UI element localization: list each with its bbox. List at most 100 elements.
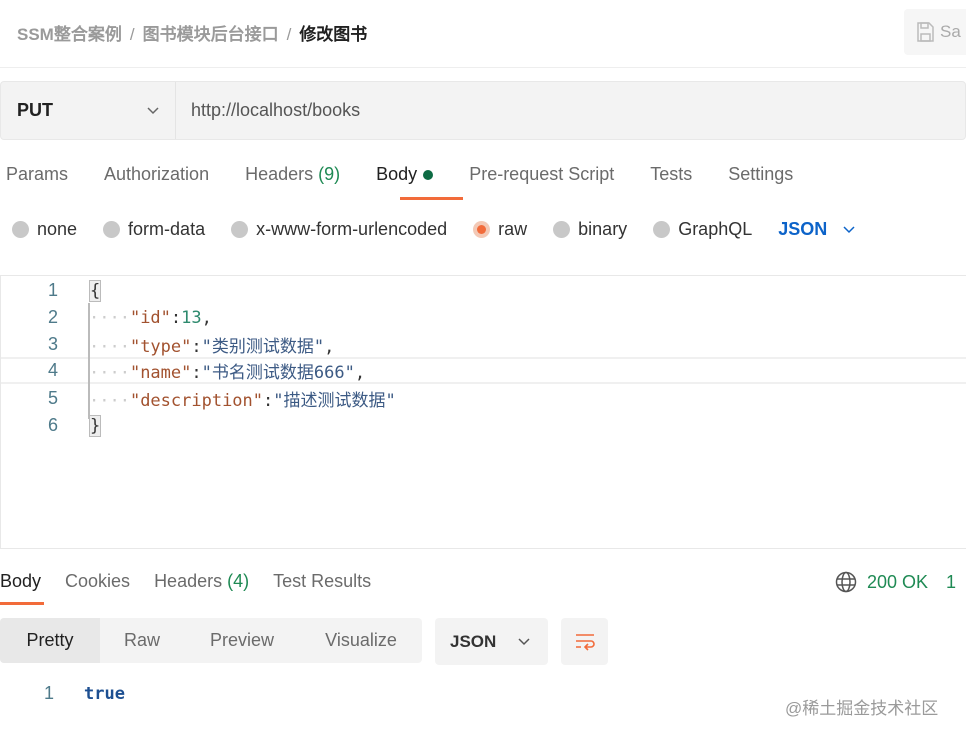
- radio-binary[interactable]: binary: [553, 219, 627, 240]
- line-number: 1: [43, 683, 54, 703]
- radio-circle-icon: [553, 221, 571, 238]
- breadcrumb: SSM整合案例 / 图书模块后台接口 / 修改图书: [17, 20, 367, 45]
- response-format-value: JSON: [450, 631, 497, 651]
- globe-icon[interactable]: [835, 571, 857, 593]
- response-status: 200 OK 1: [835, 571, 956, 593]
- wrap-lines-icon: [575, 633, 595, 651]
- line-number: 2: [47, 307, 58, 327]
- radio-selected-icon: [473, 221, 491, 238]
- tab-label: Headers: [154, 571, 223, 591]
- radio-graphql[interactable]: GraphQL: [653, 219, 752, 240]
- json-key: "id": [129, 307, 171, 328]
- code-line: 2 ····"id":13,: [1, 304, 966, 331]
- code-line: 1{: [1, 277, 966, 304]
- view-pretty[interactable]: Pretty: [0, 618, 100, 663]
- breadcrumb-item[interactable]: SSM整合案例: [17, 25, 122, 44]
- tab-label: Cookies: [65, 571, 131, 591]
- radio-circle-icon: [103, 221, 121, 238]
- view-visualize[interactable]: Visualize: [300, 618, 422, 663]
- body-editor[interactable]: 1{ 2 ····"id":13, 3 ····"type":"类别测试数据", 4…: [0, 275, 966, 549]
- json-value: "描述测试数据": [273, 391, 396, 411]
- response-tab-cookies[interactable]: Cookies: [65, 571, 130, 601]
- response-tab-test-results[interactable]: Test Results: [273, 571, 371, 601]
- headers-count: (4): [227, 571, 250, 591]
- radio-label: x-www-form-urlencoded: [256, 219, 448, 239]
- breadcrumb-current: 修改图书: [299, 25, 368, 44]
- request-tabs: Params Authorization Headers (9) Body Pr…: [6, 164, 829, 194]
- tab-settings[interactable]: Settings: [728, 164, 793, 194]
- url-input[interactable]: http://localhost/books: [176, 82, 360, 139]
- chevron-down-icon: [843, 225, 855, 233]
- radio-label: binary: [578, 219, 628, 239]
- comma: ,: [201, 307, 212, 328]
- chevron-down-icon: [147, 106, 159, 114]
- breadcrumb-separator: /: [129, 25, 135, 44]
- body-format-value: JSON: [778, 219, 828, 239]
- active-response-tab-indicator: [0, 602, 44, 605]
- radio-circle-icon: [12, 221, 29, 238]
- json-value: "类别测试数据": [201, 337, 325, 357]
- tab-tests[interactable]: Tests: [650, 164, 692, 194]
- modified-dot-icon: [423, 170, 434, 181]
- tab-params[interactable]: Params: [6, 164, 68, 194]
- line-number: 6: [47, 415, 58, 435]
- indent-guide: [88, 303, 90, 419]
- response-view-switch: Pretty Raw Preview Visualize: [0, 618, 422, 663]
- body-format-select[interactable]: JSON: [778, 219, 855, 240]
- response-tab-headers[interactable]: Headers (4): [154, 571, 249, 601]
- view-raw[interactable]: Raw: [100, 618, 184, 663]
- code-line: 3 ····"type":"类别测试数据",: [1, 331, 966, 358]
- response-time[interactable]: 1: [946, 572, 956, 593]
- radio-x-www-form-urlencoded[interactable]: x-www-form-urlencoded: [231, 219, 447, 240]
- radio-label: none: [37, 219, 78, 239]
- watermark: @稀土掘金技术社区: [785, 699, 939, 718]
- status-code[interactable]: 200 OK: [867, 572, 928, 593]
- radio-raw[interactable]: raw: [473, 219, 527, 240]
- response-tab-body[interactable]: Body: [0, 571, 41, 601]
- divider: [0, 67, 966, 68]
- line-number: 5: [47, 388, 58, 408]
- active-tab-indicator: [400, 197, 463, 200]
- tab-label: Authorization: [104, 164, 210, 184]
- tab-pre-request-script[interactable]: Pre-request Script: [469, 164, 614, 194]
- method-value: PUT: [17, 100, 53, 120]
- response-format-select[interactable]: JSON: [435, 618, 548, 665]
- radio-circle-icon: [231, 221, 249, 238]
- tab-body[interactable]: Body: [376, 164, 434, 194]
- tab-label: Pre-request Script: [469, 164, 615, 184]
- radio-none[interactable]: none: [12, 219, 77, 240]
- save-icon: [917, 22, 934, 42]
- breadcrumb-separator: /: [286, 25, 292, 44]
- radio-form-data[interactable]: form-data: [103, 219, 205, 240]
- json-value: 13: [181, 307, 202, 328]
- headers-count: (9): [318, 164, 341, 184]
- code-line-current: 4 ····"name":"书名测试数据666",: [1, 357, 966, 384]
- code-line: 6}: [1, 412, 966, 439]
- line-number: 4: [47, 360, 58, 380]
- tab-label: Body: [376, 164, 418, 184]
- body-type-options: none form-data x-www-form-urlencoded raw…: [12, 219, 855, 240]
- tab-label: Body: [0, 571, 42, 591]
- line-number: 3: [47, 334, 58, 354]
- json-key: "name": [129, 363, 192, 383]
- radio-label: raw: [498, 219, 528, 239]
- tab-authorization[interactable]: Authorization: [104, 164, 209, 194]
- tab-headers[interactable]: Headers (9): [245, 164, 340, 194]
- method-select[interactable]: PUT: [1, 82, 176, 139]
- json-value: "书名测试数据666": [201, 363, 355, 383]
- view-preview[interactable]: Preview: [184, 618, 300, 663]
- request-bar: PUT http://localhost/books: [0, 81, 966, 140]
- close-brace: }: [89, 414, 102, 437]
- save-button[interactable]: Sa: [904, 9, 966, 55]
- comma: ,: [354, 363, 366, 383]
- response-body: 1 true: [0, 683, 125, 704]
- open-brace: {: [89, 279, 102, 302]
- response-value: true: [84, 683, 125, 704]
- radio-label: GraphQL: [678, 219, 753, 239]
- tab-label: Settings: [728, 164, 794, 184]
- tab-label: Tests: [650, 164, 693, 184]
- breadcrumb-item[interactable]: 图书模块后台接口: [143, 25, 279, 44]
- comma: ,: [324, 337, 335, 357]
- wrap-lines-button[interactable]: [561, 618, 608, 665]
- radio-circle-icon: [653, 221, 671, 238]
